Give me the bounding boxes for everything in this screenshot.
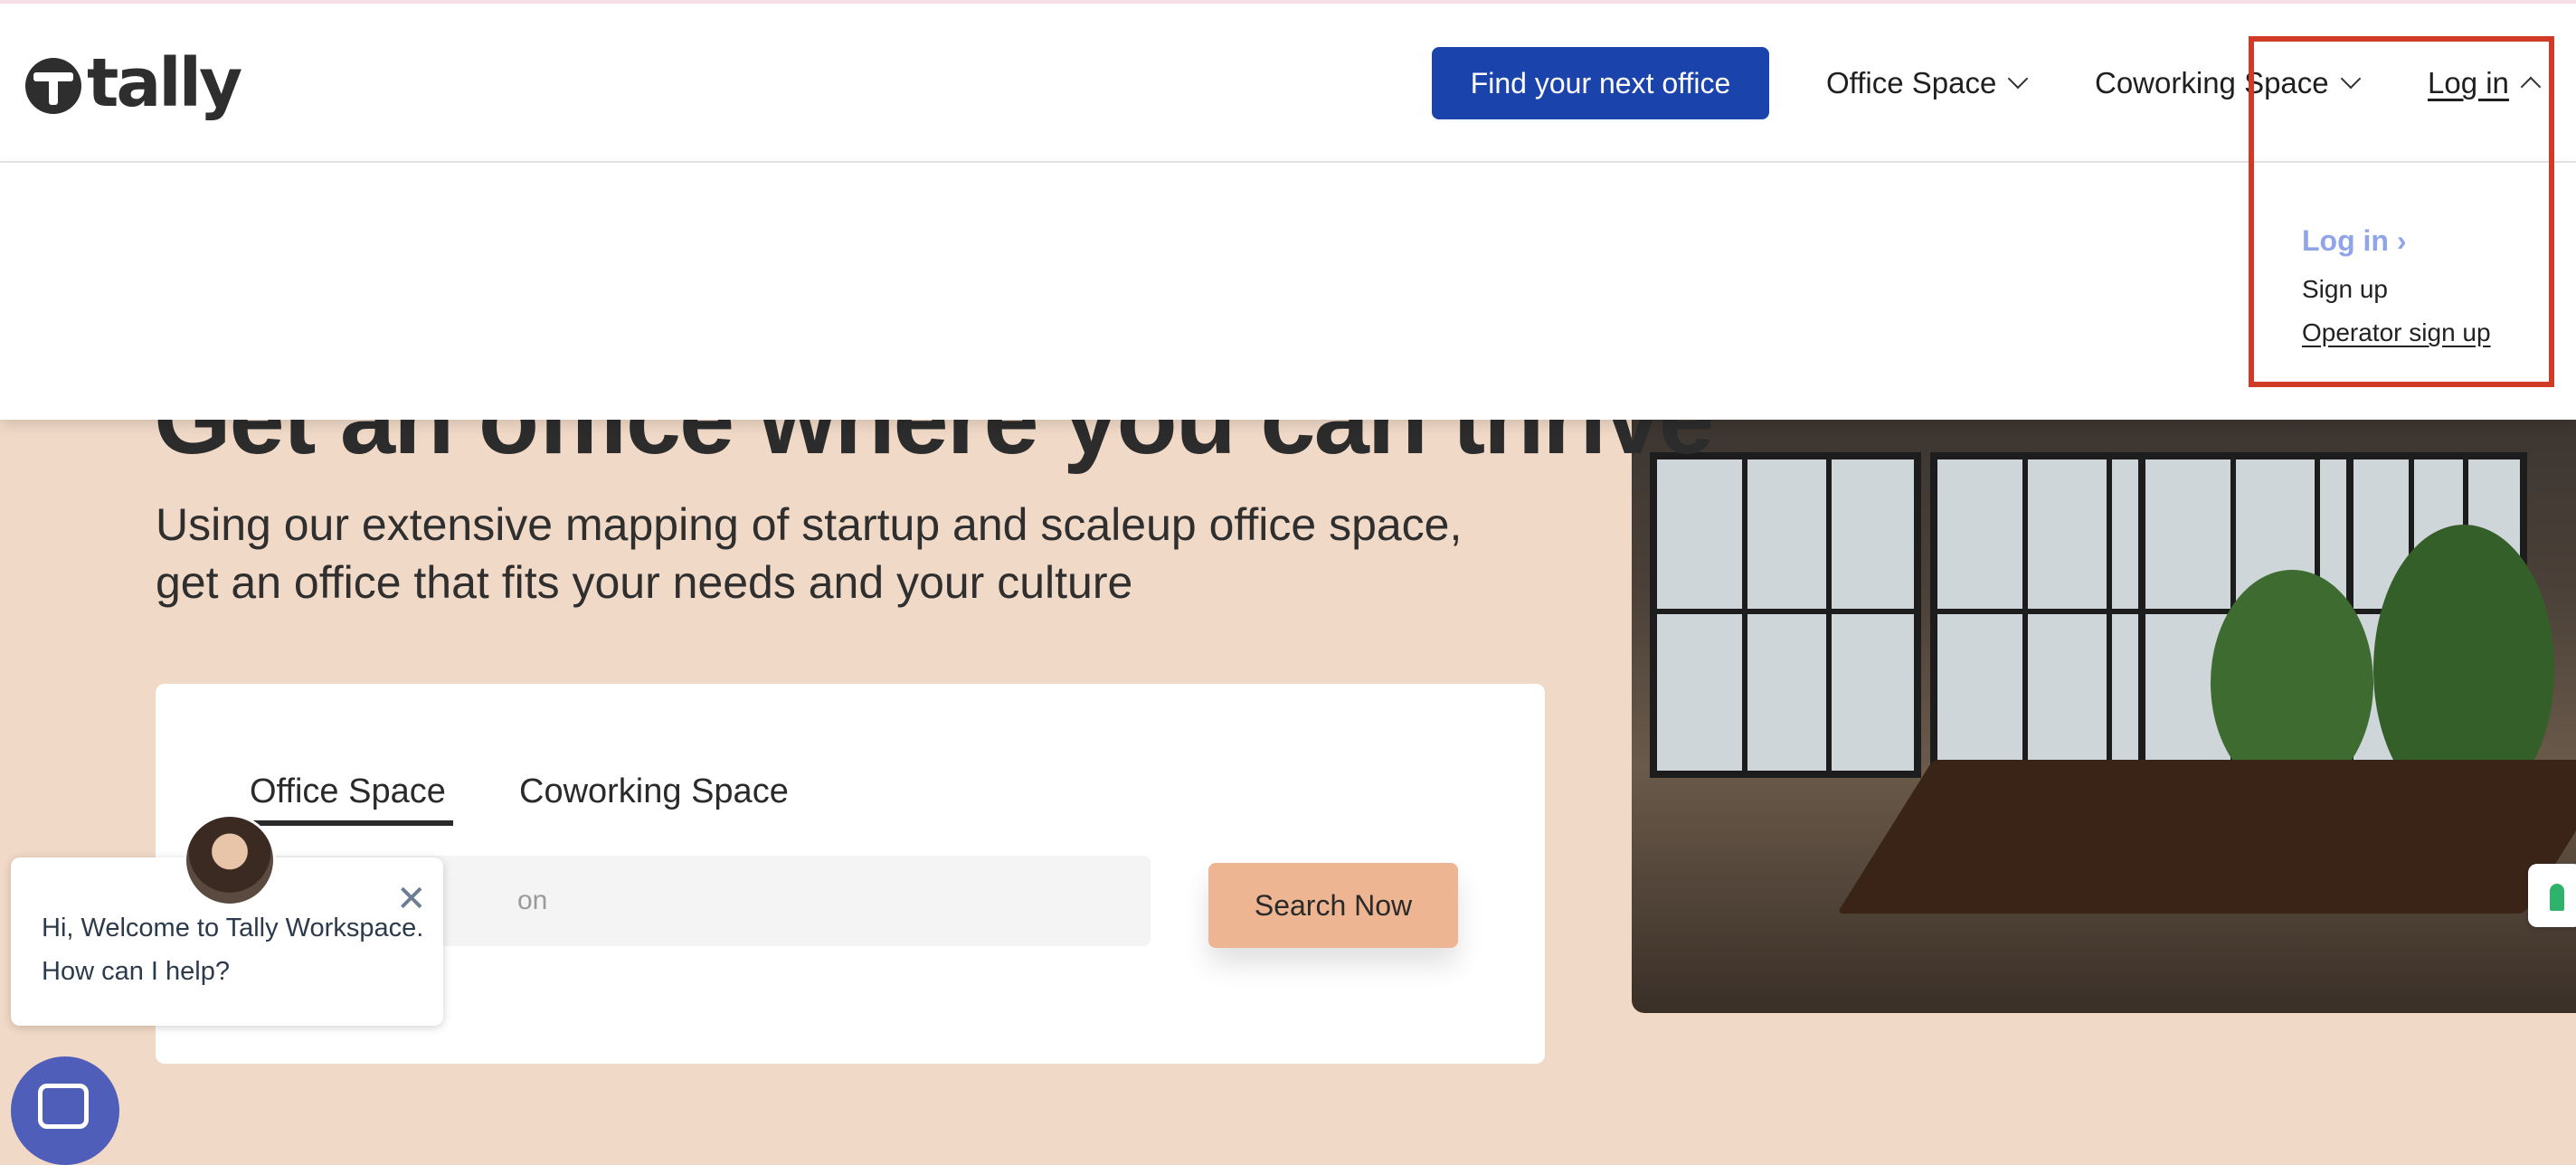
location-input-text: on bbox=[517, 886, 548, 915]
chat-agent-avatar bbox=[184, 814, 276, 906]
tally-logo-icon bbox=[25, 58, 81, 114]
highlight-box bbox=[2249, 36, 2554, 387]
office-photo bbox=[1632, 398, 2576, 1013]
chat-icon bbox=[38, 1084, 89, 1129]
tab-coworking-space[interactable]: Coworking Space bbox=[519, 772, 789, 820]
chat-welcome-message: Hi, Welcome to Tally Workspace. How can … bbox=[42, 914, 424, 986]
logo-text: tally bbox=[87, 44, 242, 122]
tally-logo[interactable]: tally bbox=[25, 44, 242, 127]
conference-table bbox=[1836, 760, 2576, 914]
find-office-button[interactable]: Find your next office bbox=[1432, 47, 1769, 119]
site-header: tally Find your next office Office Space… bbox=[0, 4, 2576, 387]
feedback-icon bbox=[2550, 884, 2564, 911]
tab-office-space[interactable]: Office Space bbox=[250, 772, 453, 826]
login-dropdown-panel: Log in › Sign up Operator sign up bbox=[0, 163, 2576, 420]
search-now-button[interactable]: Search Now bbox=[1208, 863, 1458, 948]
hero-subtitle: Using our extensive mapping of startup a… bbox=[156, 499, 1463, 608]
chevron-down-icon bbox=[2008, 68, 2029, 90]
feedback-tab[interactable] bbox=[2528, 864, 2576, 927]
window bbox=[1650, 452, 1921, 778]
nav-office-space-label: Office Space bbox=[1826, 66, 1997, 99]
nav-office-space[interactable]: Office Space bbox=[1826, 47, 2029, 119]
chat-launcher-button[interactable] bbox=[11, 1056, 119, 1165]
